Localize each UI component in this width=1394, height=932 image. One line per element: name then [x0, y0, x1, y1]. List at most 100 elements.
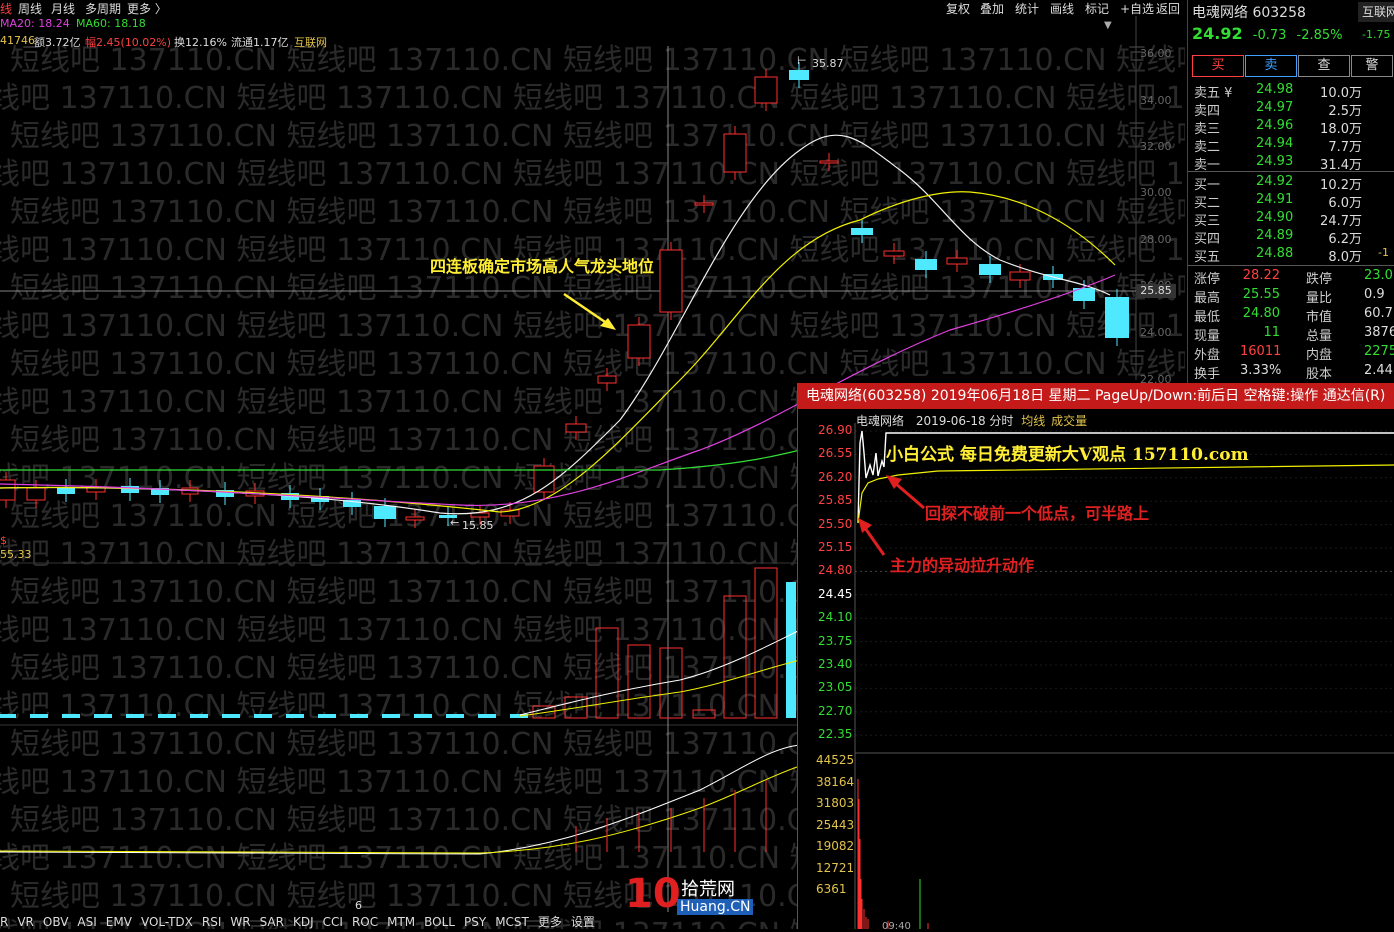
indicator-tab-emv[interactable]: EMV: [106, 915, 132, 929]
ma60-label: MA60: 18.18: [76, 17, 146, 30]
indicator-tab-vol-tdx[interactable]: VOL-TDX: [141, 915, 193, 929]
popup-price-label: 26.90: [818, 423, 853, 437]
price-change-pct: -2.85%: [1296, 28, 1343, 43]
bid-price: 24.90: [1256, 210, 1294, 225]
bid-row[interactable]: 买三 24.90 24.7万: [1188, 210, 1394, 229]
watermark-row: 短线吧 137110.CN 短线吧 137110.CN 短线吧 137110.C…: [10, 195, 1185, 230]
indicator-tab-obv[interactable]: OBV: [43, 915, 69, 929]
stat-label: 量比: [1306, 291, 1333, 306]
indicator-tab-kdj[interactable]: KDJ: [293, 915, 314, 929]
intraday-popup[interactable]: 电魂网络(603258) 2019年06月18日 星期二 PageUp/Down…: [797, 383, 1394, 932]
more-menu[interactable]: 更多 〉: [127, 0, 167, 17]
indicator-tab-rsi[interactable]: RSI: [202, 915, 222, 929]
volume-bar: [382, 714, 400, 718]
adjust-button[interactable]: 复权: [946, 0, 970, 17]
stat-value: 28.22: [1242, 268, 1280, 283]
ask-price: 24.96: [1256, 118, 1294, 133]
ask-label: 卖二: [1194, 140, 1221, 155]
indicator-tab-vr[interactable]: VR: [17, 915, 34, 929]
bid-row[interactable]: 买二 24.91 6.0万: [1188, 192, 1394, 211]
buy-button[interactable]: 买: [1192, 55, 1244, 77]
popup-price-label: 25.85: [818, 493, 853, 508]
bid-volume: 10.2万: [1320, 178, 1362, 193]
intraday-volume: [857, 779, 929, 929]
popup-volume-label: 31803: [816, 796, 855, 810]
bid-row[interactable]: 买一 24.92 10.2万: [1188, 174, 1394, 193]
bid-label: 买四: [1194, 232, 1221, 247]
candle: [1105, 289, 1129, 346]
logo-number: 10: [625, 871, 681, 917]
stat-value: 3.33%: [1240, 363, 1282, 378]
indicator-tab-asi[interactable]: ASI: [77, 915, 96, 929]
ask-row[interactable]: 卖四 24.97 2.5万: [1188, 100, 1394, 119]
stats-button[interactable]: 统计: [1015, 0, 1039, 17]
ask-row[interactable]: 卖三 24.96 18.0万: [1188, 118, 1394, 137]
ask-label: 卖五 ¥: [1194, 86, 1233, 101]
popup-volume-label: 12721: [816, 860, 855, 875]
add-favorite-button[interactable]: +自选: [1120, 0, 1154, 17]
volume-bar: [414, 714, 432, 718]
volume-bar: [126, 714, 144, 718]
price-axis-label: 34.00: [1140, 94, 1172, 107]
ma20-label: MA20: 18.24: [0, 17, 70, 30]
back-button[interactable]: 返回: [1156, 0, 1180, 17]
bid-row[interactable]: 买四 24.89 6.2万: [1188, 228, 1394, 247]
watermark-row: 短线吧 137110.CN 短线吧 137110.CN 短线吧 137110.C…: [10, 119, 1185, 154]
bid-volume: 24.7万: [1320, 214, 1362, 229]
sell-button[interactable]: 卖: [1245, 55, 1297, 77]
stat-value: 60.7: [1364, 306, 1393, 321]
indicator-tab-cci[interactable]: CCI: [323, 915, 343, 929]
low-price-label: 15.85: [462, 519, 494, 532]
ask-row[interactable]: 卖一 24.93 31.4万: [1188, 154, 1394, 173]
volume-bar: [478, 714, 496, 718]
summary-range: 幅2.45(10.02%): [85, 36, 172, 49]
ask-volume: 10.0万: [1320, 86, 1362, 101]
indicator-tab-boll[interactable]: BOLL: [424, 915, 455, 929]
stat-value: 2.44: [1364, 363, 1393, 378]
corner-change: -1.75: [1362, 28, 1391, 41]
stat-label: 总量: [1306, 329, 1333, 344]
stat-row: 换手 3.33% 股本 2.44: [1188, 363, 1394, 382]
ask-row[interactable]: 卖五 ¥ 24.98 10.0万: [1188, 82, 1394, 101]
popup-price-label: 22.35: [818, 727, 853, 742]
bid-price: 24.89: [1256, 228, 1294, 243]
indicator-tab-wr[interactable]: WR: [230, 915, 250, 929]
bid-row[interactable]: 买五 24.88 8.0万 -1: [1188, 246, 1394, 265]
summary-turnover: 换12.16%: [174, 36, 227, 49]
volume-bar: [286, 714, 304, 718]
price-axis-label: 30.00: [1140, 186, 1172, 199]
popup-price-label: 26.55: [818, 446, 853, 461]
stat-label: 现量: [1194, 329, 1221, 344]
indicator-tab-sar[interactable]: SAR: [260, 915, 284, 929]
indicator-tab-更多[interactable]: 更多: [538, 915, 562, 929]
indicator-tab-psy[interactable]: PSY: [464, 915, 486, 929]
draw-line-button[interactable]: 画线: [1050, 0, 1074, 17]
indicator-tab-roc[interactable]: ROC: [352, 915, 378, 929]
indicator-tab-mcst[interactable]: MCST: [495, 915, 529, 929]
mark-button[interactable]: 标记: [1085, 0, 1109, 17]
industry-corner[interactable]: 互联网: [1358, 2, 1394, 22]
popup-price-label: 24.45: [818, 586, 853, 601]
ask-row[interactable]: 卖二 24.94 7.7万: [1188, 136, 1394, 155]
stat-label: 涨停: [1194, 272, 1221, 287]
indicator-tab-r[interactable]: R: [0, 915, 8, 929]
price-axis-label: 36.00: [1140, 47, 1172, 60]
query-button[interactable]: 查: [1298, 55, 1350, 77]
indicator-tab-mtm[interactable]: MTM: [387, 915, 415, 929]
stock-code: 603258: [1252, 5, 1306, 21]
stat-label: 股本: [1306, 367, 1333, 382]
period-day-tab[interactable]: 线: [0, 0, 12, 17]
stat-label: 市值: [1306, 310, 1333, 325]
alert-button[interactable]: 警: [1351, 55, 1393, 77]
volume-bar: [30, 714, 48, 718]
overlay-button[interactable]: 叠加: [980, 0, 1004, 17]
period-week-tab[interactable]: 周线: [18, 0, 42, 17]
popup-volume-label: 38164: [816, 774, 855, 789]
low-price-arrow: ←: [450, 516, 460, 529]
stat-row: 涨停 28.22 跌停 23.0: [1188, 268, 1394, 287]
indicator-tab-设置[interactable]: 设置: [571, 915, 595, 929]
volume-bar: [94, 714, 112, 718]
bid-price: 24.92: [1256, 174, 1294, 189]
period-month-tab[interactable]: 月线: [51, 0, 75, 17]
multi-period-tab[interactable]: 多周期: [85, 0, 121, 17]
